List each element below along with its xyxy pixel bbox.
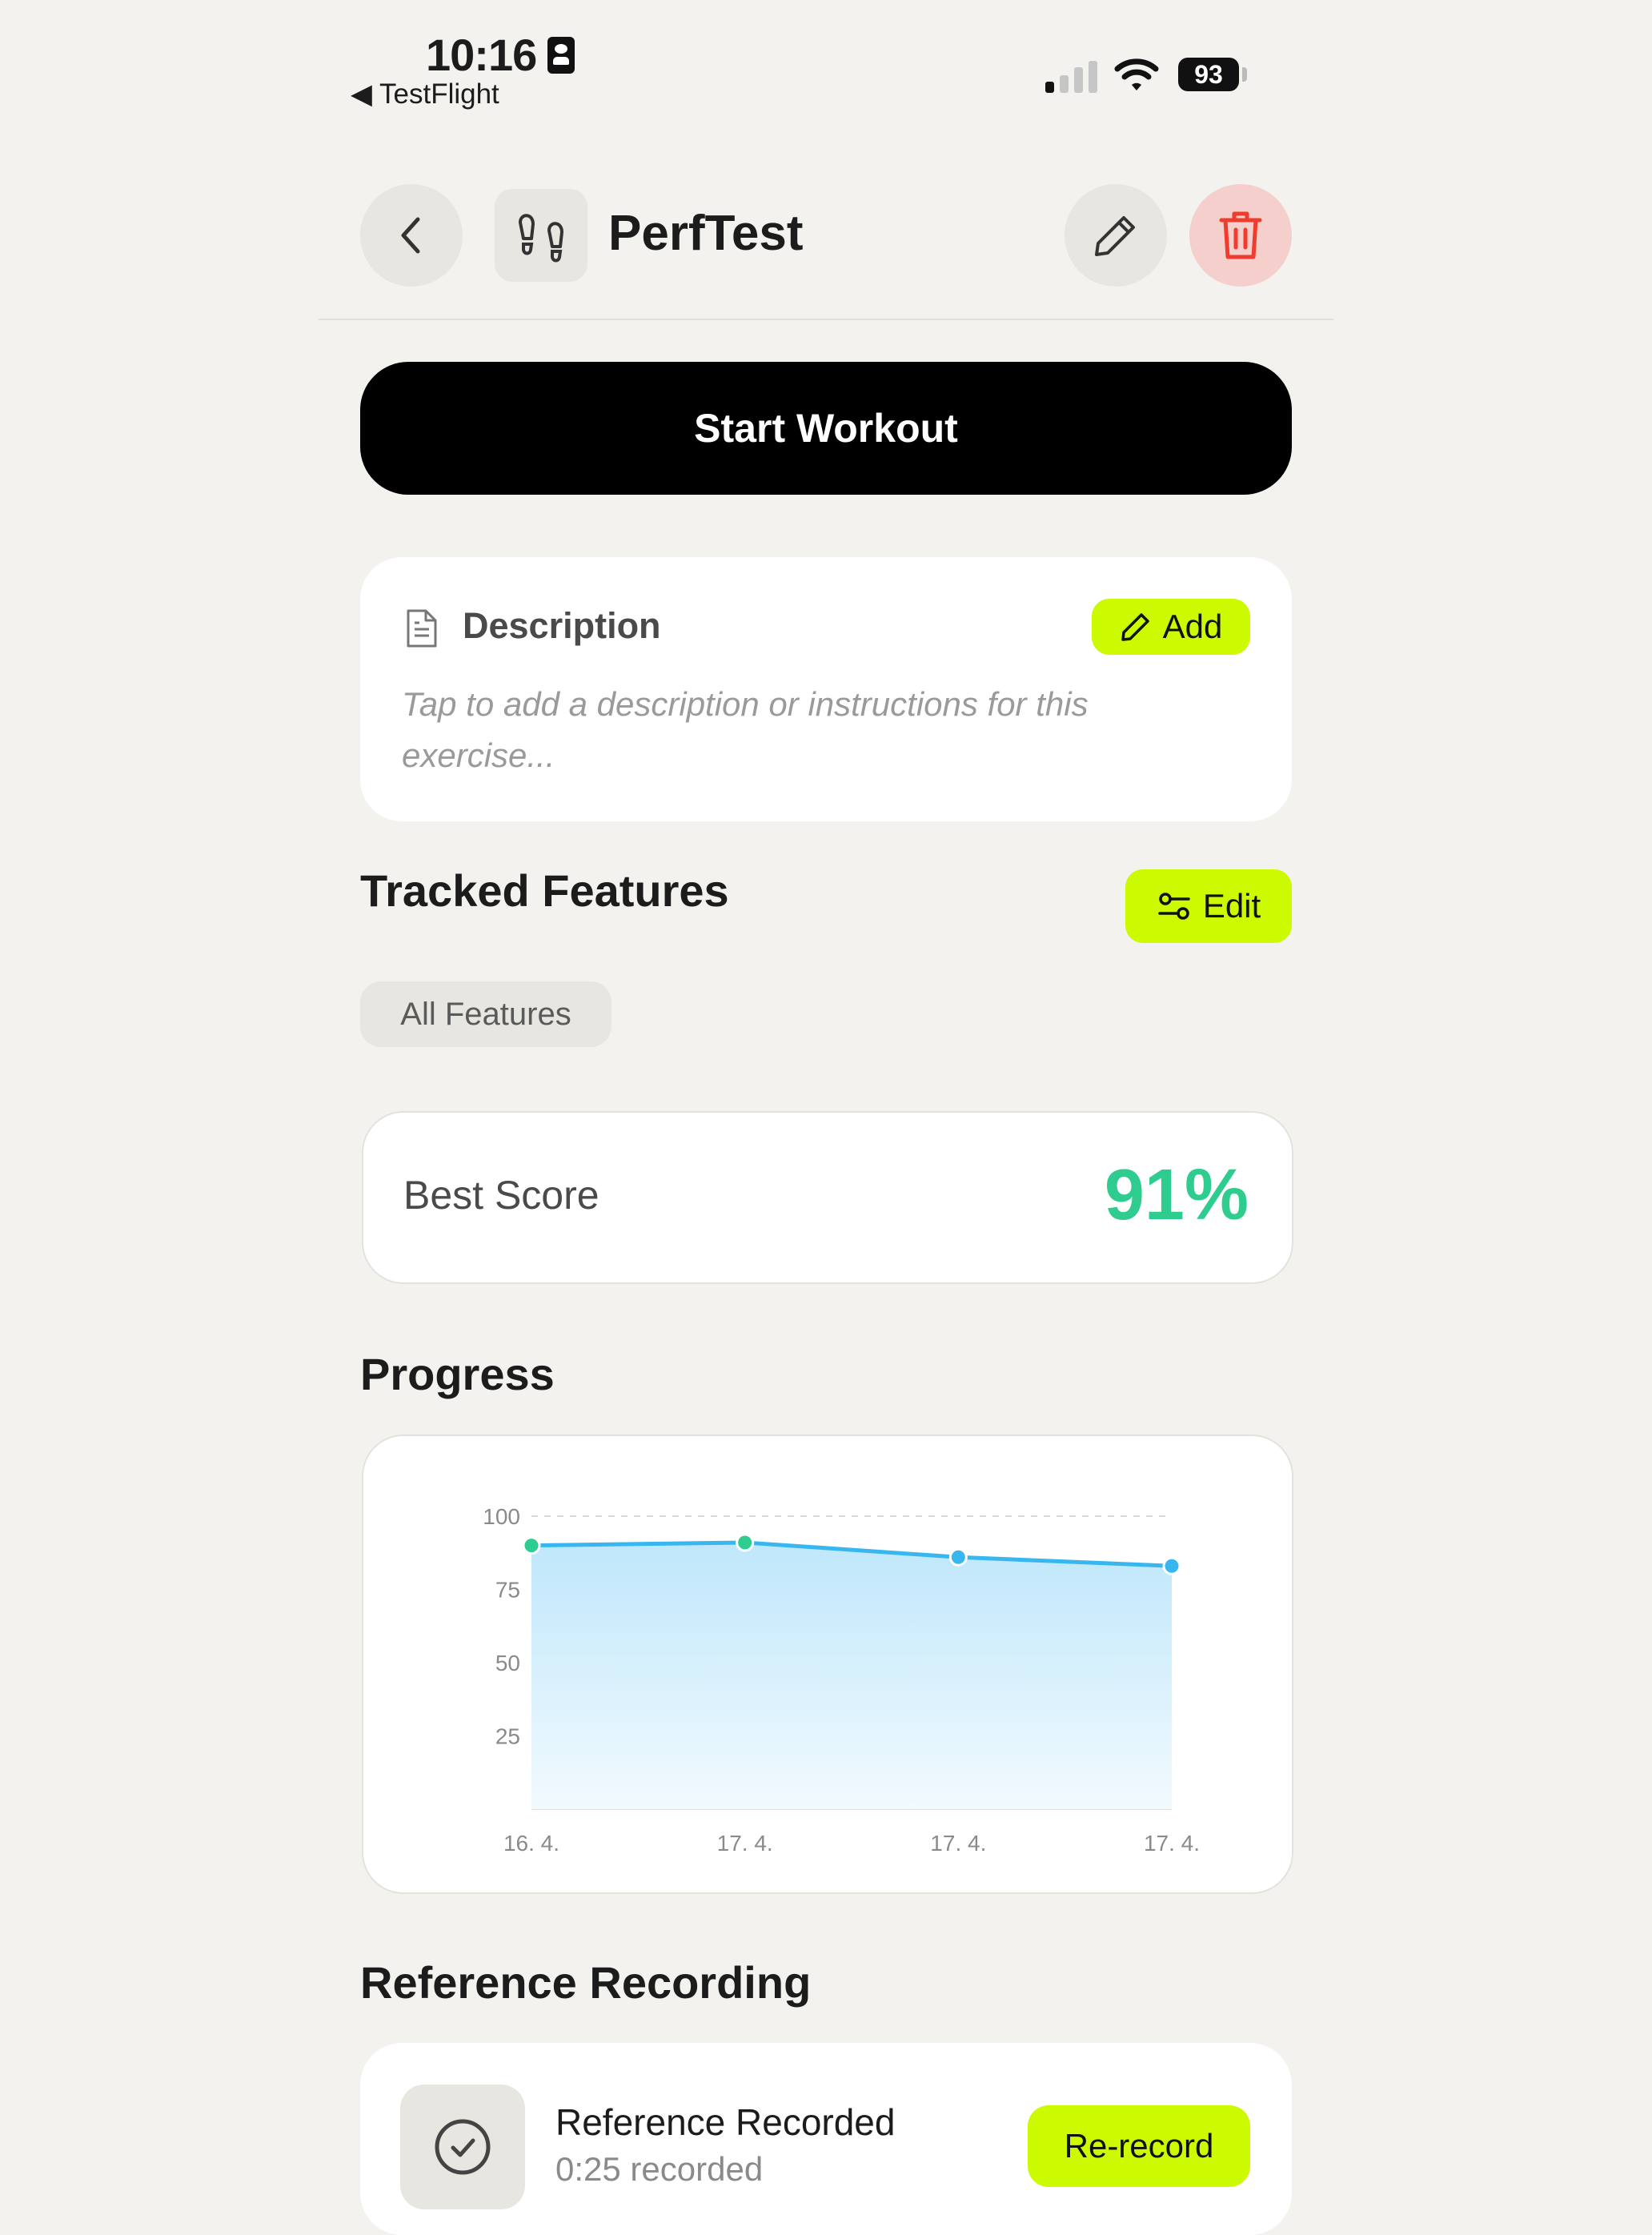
best-score-label: Best Score — [403, 1173, 599, 1218]
data-point[interactable] — [522, 1536, 541, 1555]
data-point[interactable] — [736, 1533, 755, 1552]
reference-status: Reference Recorded — [555, 2101, 896, 2143]
status-time: 10:16 — [426, 30, 537, 80]
x-tick-label: 17. 4. — [1144, 1831, 1200, 1856]
data-point[interactable] — [1162, 1556, 1181, 1575]
exercise-icon-tile — [495, 189, 587, 282]
progress-area — [531, 1542, 1172, 1809]
edit-button-label: Edit — [1202, 887, 1261, 925]
edit-exercise-button[interactable] — [1065, 184, 1167, 287]
footprints-icon — [519, 214, 563, 263]
trash-icon — [1219, 211, 1262, 259]
rerecord-button[interactable]: Re-record — [1028, 2105, 1250, 2187]
back-button[interactable] — [360, 184, 463, 287]
progress-chart: 100 75 50 25 16. 4. 17. 4. 17. 4. 17. 4. — [483, 1504, 1200, 1856]
pencil-icon — [1121, 613, 1149, 641]
reference-duration: 0:25 recorded — [555, 2150, 764, 2188]
y-tick-label: 100 — [483, 1504, 520, 1529]
tracked-features-title: Tracked Features — [360, 865, 729, 916]
header-divider — [319, 319, 1333, 320]
pencil-icon — [1095, 216, 1135, 256]
x-tick-label: 16. 4. — [503, 1831, 559, 1856]
data-point[interactable] — [948, 1547, 968, 1567]
y-tick-label: 75 — [495, 1578, 520, 1603]
reference-recording-title: Reference Recording — [360, 1957, 812, 2008]
start-workout-button[interactable]: Start Workout — [360, 362, 1292, 495]
y-tick-label: 50 — [495, 1651, 520, 1675]
cellular-signal-icon — [1045, 59, 1098, 93]
edit-features-button[interactable]: Edit — [1125, 869, 1292, 943]
x-tick-label: 17. 4. — [930, 1831, 986, 1856]
document-icon — [407, 609, 437, 648]
description-placeholder: Tap to add a description or instructions… — [402, 685, 1089, 774]
battery-indicator: 93 — [1178, 58, 1239, 91]
add-description-button[interactable]: Add — [1092, 599, 1250, 655]
reference-status-tile — [400, 2085, 525, 2209]
page-title: PerfTest — [608, 206, 804, 261]
sliders-icon — [1158, 893, 1190, 920]
add-button-label: Add — [1162, 608, 1223, 645]
best-score-value: 91% — [1104, 1155, 1249, 1235]
delete-exercise-button[interactable] — [1189, 184, 1292, 287]
progress-title: Progress — [360, 1349, 555, 1399]
description-title: Description — [463, 605, 661, 646]
check-circle-icon — [435, 2119, 491, 2175]
contact-card-icon — [547, 37, 575, 74]
back-to-testflight-link[interactable]: ◀ TestFlight — [351, 78, 499, 110]
battery-tip — [1242, 67, 1247, 82]
wifi-icon — [1114, 58, 1159, 90]
feature-chip-all[interactable]: All Features — [360, 981, 611, 1047]
y-tick-label: 25 — [495, 1724, 520, 1749]
chevron-left-icon — [401, 217, 420, 254]
x-tick-label: 17. 4. — [717, 1831, 773, 1856]
